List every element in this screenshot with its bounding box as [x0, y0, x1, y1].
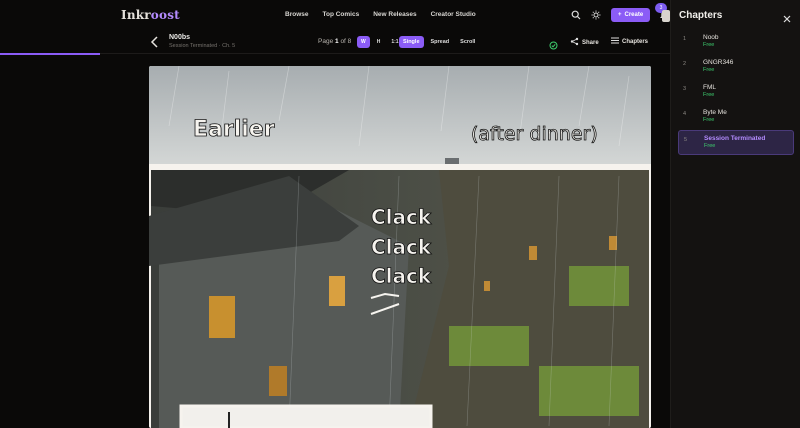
back-arrow-icon[interactable] [150, 35, 160, 54]
view-mode-controls: Single Spread Scroll [399, 36, 479, 48]
chapter-item-active[interactable]: 5 Session Terminated Free [678, 130, 794, 155]
main-nav: Browse Top Comics New Releases Creator S… [285, 11, 476, 18]
caption-after-dinner: (after dinner) [471, 123, 598, 145]
single-mode-button[interactable]: Single [399, 36, 424, 48]
create-button[interactable]: + Create [611, 8, 651, 22]
chapter-item[interactable]: 4 Byte Me Free [678, 105, 794, 130]
sidebar-title: Chapters [679, 10, 723, 21]
list-icon [611, 37, 619, 46]
chapters-button[interactable]: Chapters [611, 37, 648, 46]
brand-logo[interactable]: Inkroost [121, 8, 180, 22]
theme-toggle-icon[interactable] [591, 10, 601, 20]
fit-height-button[interactable]: H [373, 36, 385, 48]
page-indicator: Page 1 of 8 [318, 38, 352, 45]
chapter-list: 1 Noob Free 2 GNGR346 Free 3 FML Free 4 Byt… [678, 30, 794, 155]
reading-progress-bar [0, 53, 100, 55]
sfx-clack-1: Clack [371, 205, 432, 229]
chapters-sidebar: Chapters 1 Noob Free 2 GNGR346 Free 3 FML F… [670, 0, 800, 428]
caption-earlier: Earlier [193, 117, 275, 142]
chapter-subtitle: Session Terminated · Ch. 5 [169, 43, 236, 49]
comic-page[interactable]: Earlier (after dinner) Clack Clack Clack [149, 66, 651, 428]
nav-browse[interactable]: Browse [285, 11, 308, 18]
scroll-mode-button[interactable]: Scroll [456, 36, 479, 48]
top-navbar: Inkroost Browse Top Comics New Releases … [0, 0, 670, 30]
avatar[interactable] [662, 10, 670, 22]
nav-new-releases[interactable]: New Releases [373, 11, 416, 18]
fit-width-button[interactable]: W [357, 36, 370, 48]
chapter-item[interactable]: 1 Noob Free [678, 30, 794, 55]
spread-mode-button[interactable]: Spread [427, 36, 454, 48]
chapter-item[interactable]: 3 FML Free [678, 80, 794, 105]
search-icon[interactable] [571, 10, 581, 20]
share-button[interactable]: Share [570, 37, 599, 48]
nav-creator-studio[interactable]: Creator Studio [431, 11, 476, 18]
window-light-1 [209, 296, 235, 338]
close-icon[interactable] [783, 10, 791, 28]
inset-panel [179, 404, 433, 428]
share-icon [570, 37, 579, 48]
zoom-controls: W H 1:1 [357, 36, 403, 48]
sfx-clack-2: Clack [371, 235, 432, 259]
chapter-item[interactable]: 2 GNGR346 Free [678, 55, 794, 80]
check-circle-icon [549, 37, 558, 55]
series-title[interactable]: N00bs [169, 34, 235, 41]
plus-icon: + [618, 12, 622, 18]
sfx-clack-3: Clack [371, 264, 432, 288]
nav-top-comics[interactable]: Top Comics [322, 11, 359, 18]
top-panel-sky [149, 66, 651, 166]
